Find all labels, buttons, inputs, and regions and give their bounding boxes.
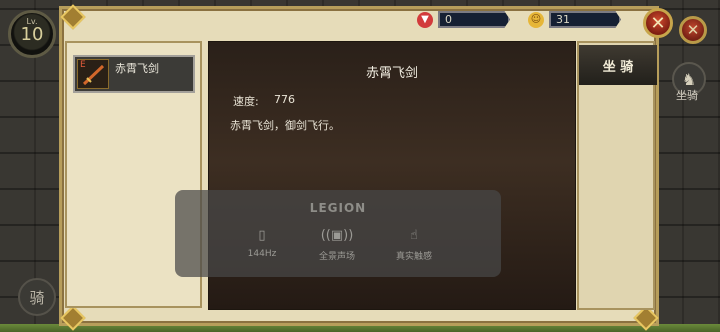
overlay-haptic[interactable]: ☝ 真实触感 bbox=[379, 228, 449, 262]
ride-button[interactable]: 骑 bbox=[18, 278, 56, 316]
haptic-touch-icon: ☝ bbox=[410, 228, 418, 243]
level-value: 10 bbox=[20, 24, 44, 45]
currency-coin: ☺ 31 bbox=[528, 11, 621, 28]
horse-icon: ♞ bbox=[681, 69, 697, 89]
tab-mount-label: 坐 骑 bbox=[602, 59, 634, 75]
system-overlay: LEGION ▯ 144Hz ((▣)) 全景声场 ☝ 真实触感 bbox=[175, 190, 501, 277]
close-icon: ✕ bbox=[650, 12, 666, 34]
list-item[interactable]: E 赤霄飞剑 bbox=[73, 55, 195, 93]
secondary-close-button[interactable]: ✕ bbox=[679, 16, 707, 44]
overlay-label: 真实触感 bbox=[395, 252, 432, 262]
overlay-brand: LEGION bbox=[309, 201, 367, 215]
gem-amount: 0 bbox=[438, 11, 510, 28]
gold-coin-icon: ☺ bbox=[528, 11, 544, 28]
overlay-refresh-rate[interactable]: ▯ 144Hz bbox=[227, 228, 297, 259]
speed-value: 776 bbox=[274, 93, 295, 106]
close-button[interactable]: ✕ bbox=[643, 8, 673, 38]
overlay-label: 144Hz bbox=[247, 249, 277, 259]
ride-label: 骑 bbox=[29, 288, 45, 307]
refresh-rate-icon: ▯ bbox=[258, 228, 266, 243]
level-badge[interactable]: Lv. 10 bbox=[8, 10, 56, 58]
speed-label: 速度: bbox=[233, 95, 259, 108]
item-name: 赤霄飞剑 bbox=[115, 62, 159, 75]
sword-icon: E bbox=[77, 59, 109, 89]
tab-mount[interactable]: 坐 骑 bbox=[579, 45, 657, 85]
red-gem-icon: ▼ bbox=[417, 11, 433, 28]
tab-panel: 坐 骑 bbox=[577, 41, 657, 310]
overlay-surround-sound[interactable]: ((▣)) 全景声场 bbox=[302, 228, 372, 262]
coin-amount: 31 bbox=[549, 11, 621, 28]
mount-label: 坐骑 bbox=[676, 89, 698, 102]
overlay-label: 全景声场 bbox=[318, 252, 355, 262]
detail-title: 赤霄飞剑 bbox=[365, 66, 418, 81]
surround-sound-icon: ((▣)) bbox=[320, 228, 354, 243]
item-description: 赤霄飞剑，御剑飞行。 bbox=[230, 119, 340, 132]
currency-gem: ▼ 0 bbox=[417, 11, 510, 28]
close-icon: ✕ bbox=[686, 21, 700, 39]
